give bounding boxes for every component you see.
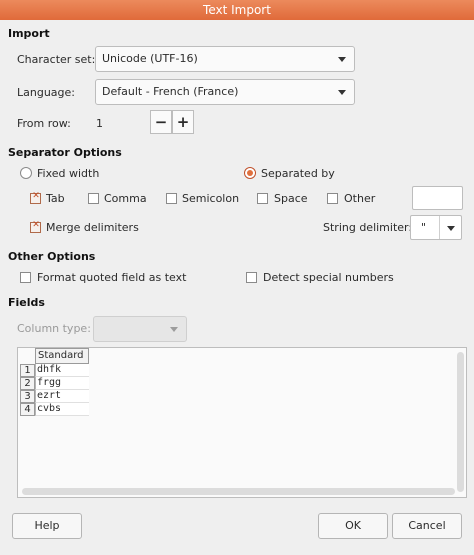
language-value: Default - French (France) — [102, 85, 239, 98]
row-header: 3 — [20, 390, 35, 403]
chevron-down-icon[interactable] — [447, 226, 455, 231]
ok-button[interactable]: OK — [318, 513, 388, 539]
combobox-divider — [439, 216, 440, 239]
merge-delimiters-checkbox[interactable] — [30, 220, 41, 233]
comma-label: Comma — [104, 192, 147, 205]
row-header: 2 — [20, 377, 35, 390]
chevron-down-icon — [338, 57, 346, 62]
title-bar: Text Import — [0, 0, 474, 20]
detect-special-label: Detect special numbers — [263, 271, 394, 284]
fromrow-label: From row: — [17, 117, 71, 130]
format-quoted-label: Format quoted field as text — [37, 271, 187, 284]
row-header: 1 — [20, 364, 35, 377]
merge-delimiters-label: Merge delimiters — [46, 221, 139, 234]
space-checkbox[interactable] — [257, 193, 268, 204]
table-cell: frgg — [35, 377, 89, 390]
semicolon-label: Semicolon — [182, 192, 240, 205]
column-type-label: Column type: — [17, 322, 91, 335]
table-cell: dhfk — [35, 364, 89, 377]
other-checkbox[interactable] — [327, 193, 338, 204]
fixed-width-label: Fixed width — [37, 167, 100, 180]
string-delimiter-value: " — [421, 221, 427, 234]
vertical-scrollbar[interactable] — [457, 352, 464, 492]
comma-checkbox[interactable] — [88, 193, 99, 204]
cancel-button[interactable]: Cancel — [392, 513, 462, 539]
semicolon-checkbox[interactable] — [166, 193, 177, 204]
chevron-down-icon — [170, 327, 178, 332]
separated-by-label: Separated by — [261, 167, 335, 180]
decrement-button[interactable]: − — [150, 110, 172, 134]
row-header: 4 — [20, 403, 35, 416]
column-header[interactable]: Standard — [35, 348, 89, 364]
tab-checkbox[interactable] — [30, 191, 41, 204]
table-cell: cvbs — [35, 403, 89, 416]
fixed-width-radio[interactable] — [20, 167, 32, 179]
space-label: Space — [274, 192, 308, 205]
language-label: Language: — [17, 86, 75, 99]
other-separator-input[interactable] — [412, 186, 463, 210]
horizontal-scrollbar[interactable] — [22, 488, 455, 495]
charset-value: Unicode (UTF-16) — [102, 52, 198, 65]
format-quoted-checkbox[interactable] — [20, 272, 31, 283]
preview-grid[interactable]: Standard 1 dhfk 2 frgg 3 ezrt 4 cvbs — [17, 347, 467, 498]
charset-dropdown[interactable]: Unicode (UTF-16) — [95, 46, 355, 72]
table-cell: ezrt — [35, 390, 89, 403]
detect-special-checkbox[interactable] — [246, 272, 257, 283]
string-delimiter-combobox[interactable]: " — [410, 215, 462, 240]
charset-label: Character set: — [17, 53, 96, 66]
help-button[interactable]: Help — [12, 513, 82, 539]
column-type-dropdown[interactable] — [93, 316, 187, 342]
fromrow-value[interactable]: 1 — [96, 117, 103, 130]
separated-by-radio[interactable] — [244, 167, 256, 179]
chevron-down-icon — [338, 90, 346, 95]
separator-heading: Separator Options — [8, 146, 122, 159]
import-heading: Import — [8, 27, 50, 40]
fields-heading: Fields — [8, 296, 45, 309]
tab-label: Tab — [46, 192, 65, 205]
string-delimiter-label: String delimiter: — [323, 221, 413, 234]
other-label: Other — [344, 192, 376, 205]
language-dropdown[interactable]: Default - French (France) — [95, 79, 355, 105]
other-options-heading: Other Options — [8, 250, 96, 263]
increment-button[interactable]: + — [172, 110, 194, 134]
